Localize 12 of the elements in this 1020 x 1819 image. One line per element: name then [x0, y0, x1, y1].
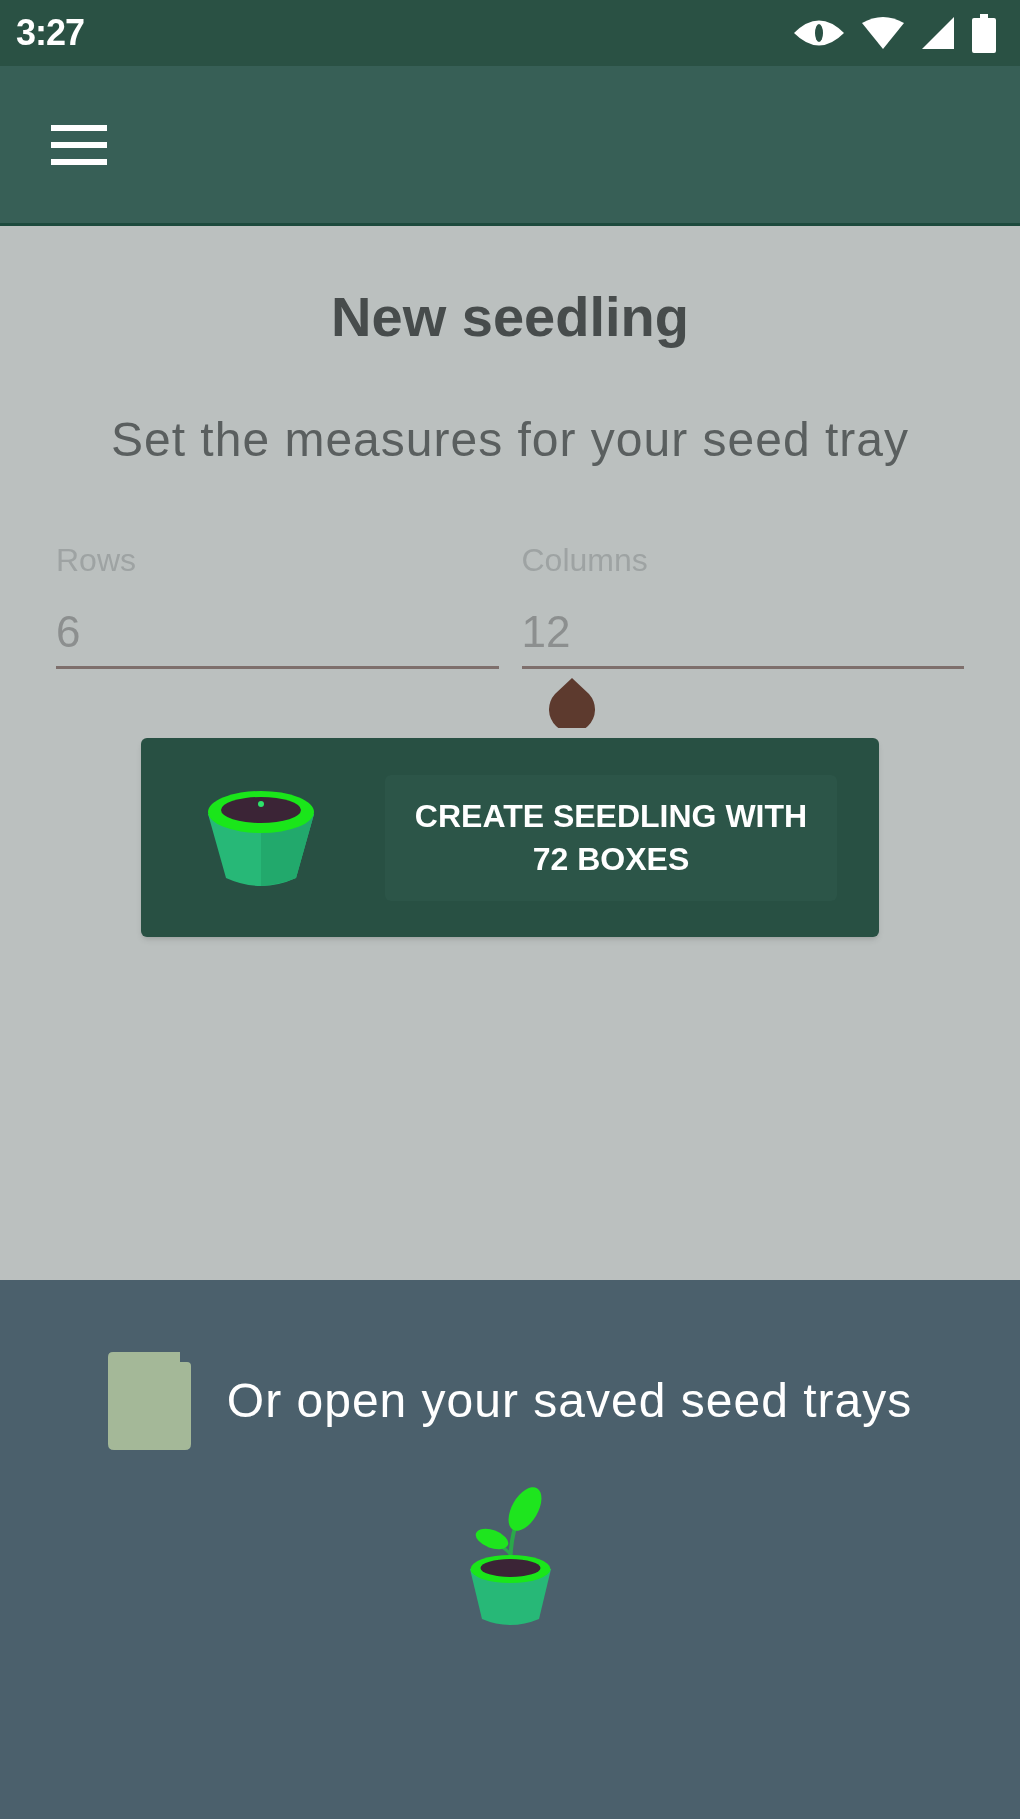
page-subtitle: Set the measures for your seed tray [111, 412, 909, 468]
menu-icon[interactable] [51, 124, 107, 165]
eye-icon [794, 18, 844, 48]
page-title: New seedling [331, 285, 689, 349]
battery-icon [972, 13, 996, 53]
create-seedling-button[interactable]: CREATE SEEDLING WITH 72 BOXES [385, 774, 837, 901]
status-time: 3:27 [16, 15, 85, 51]
cursor-handle[interactable] [549, 678, 596, 728]
signal-icon [922, 17, 954, 49]
open-saved-trays-button[interactable]: Or open your saved seed trays [107, 1352, 913, 1450]
wifi-icon [862, 17, 904, 49]
document-icon [107, 1352, 191, 1450]
